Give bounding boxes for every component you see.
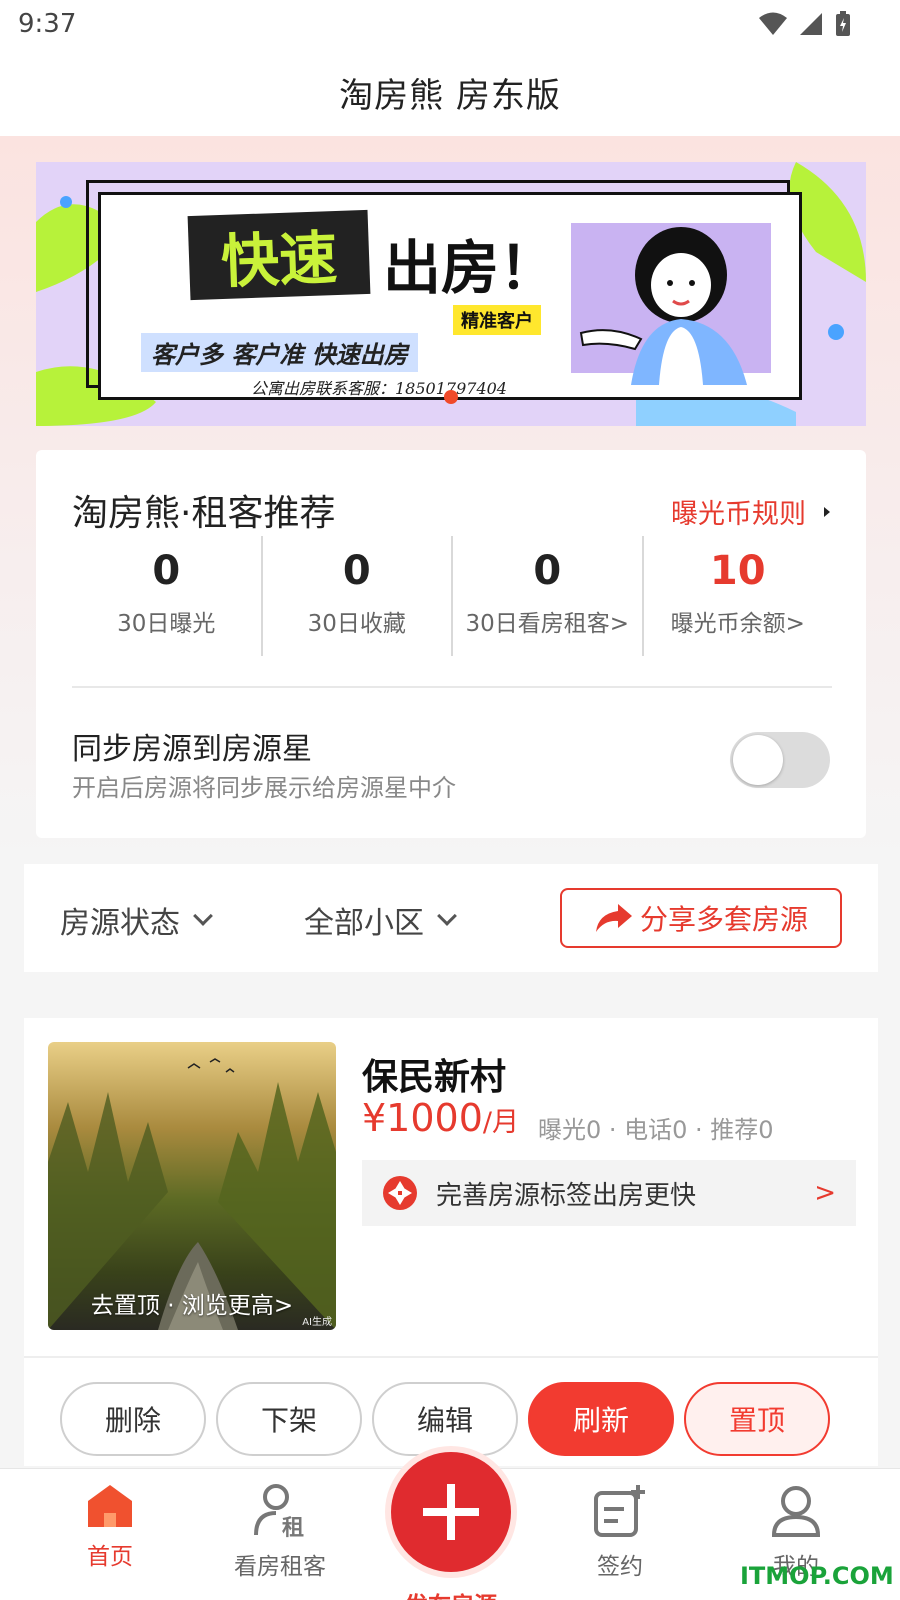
plus-icon xyxy=(423,1484,479,1540)
contract-icon xyxy=(594,1485,645,1537)
sync-toggle[interactable] xyxy=(730,732,830,788)
banner-headline-2: 出房！ xyxy=(383,234,558,302)
share-arrow-icon xyxy=(595,904,632,932)
tab-sign-label: 签约 xyxy=(597,1554,643,1580)
banner-content: 快速 出房！ 精准客户 客户多 客户准 快速出房 公寓出房联系客服：185017… xyxy=(98,192,802,400)
tab-sign[interactable]: 签约 xyxy=(560,1483,680,1581)
battery-icon xyxy=(836,11,850,36)
page-title: 淘房熊 房东版 xyxy=(339,75,561,116)
listing-name: 保民新村 xyxy=(362,1057,507,1098)
stat-value: 0 xyxy=(152,548,181,594)
recommend-title: 淘房熊·租客推荐 xyxy=(72,493,336,534)
status-time: 9:37 xyxy=(18,9,77,39)
status-bar: 9:37 xyxy=(0,0,900,48)
promo-banner[interactable]: 快速 出房！ 精准客户 客户多 客户准 快速出房 公寓出房联系客服：185017… xyxy=(36,162,866,426)
publish-fab[interactable] xyxy=(385,1446,517,1578)
banner-slogan: 客户多 客户准 快速出房 xyxy=(141,333,418,372)
stat-label: 30日看房租客> xyxy=(465,611,630,637)
publish-fab-core xyxy=(391,1452,511,1572)
filter-bar: 房源状态 全部小区 分享多套房源 xyxy=(24,864,878,972)
tab-home[interactable]: 首页 xyxy=(50,1483,170,1571)
stat-value: 10 xyxy=(709,548,766,594)
complete-tags-tip[interactable]: 完善房源标签出房更快 > xyxy=(362,1160,856,1226)
edit-button[interactable]: 编辑 xyxy=(372,1382,518,1456)
sync-title: 同步房源到房源星 xyxy=(72,732,312,767)
delete-button[interactable]: 删除 xyxy=(60,1382,206,1456)
top-button[interactable]: 置顶 xyxy=(684,1382,830,1456)
status-icons xyxy=(758,10,852,38)
listing-price: ¥1000 /月 xyxy=(362,1096,519,1140)
filter-community[interactable]: 全部小区 xyxy=(304,898,457,942)
tip-arrow: > xyxy=(814,1178,836,1208)
banner-headline-1: 快速 xyxy=(187,209,371,301)
stat-value: 0 xyxy=(533,548,562,594)
stats-row: 0 30日曝光 0 30日收藏 0 30日看房租客> 10 曝光币余额> xyxy=(72,536,832,656)
tab-tenants-label: 看房租客 xyxy=(234,1554,326,1580)
toggle-knob xyxy=(733,735,783,785)
stat-label: 30日收藏 xyxy=(307,611,406,637)
chevron-down-icon xyxy=(193,906,213,926)
tab-home-label: 首页 xyxy=(87,1544,133,1570)
divider xyxy=(72,686,832,688)
signal-icon xyxy=(800,13,822,35)
wifi-icon xyxy=(759,12,787,35)
tab-tenants[interactable]: 租 看房租客 xyxy=(220,1483,340,1581)
chevron-down-icon xyxy=(437,906,457,926)
offline-button[interactable]: 下架 xyxy=(216,1382,362,1456)
tenant-user-icon: 租 xyxy=(254,1484,304,1541)
promote-caption[interactable]: 去置顶 · 浏览更高> xyxy=(48,1286,336,1320)
filter-status[interactable]: 房源状态 xyxy=(60,898,213,942)
stat-value: 0 xyxy=(342,548,371,594)
share-label: 分享多套房源 xyxy=(639,903,808,936)
listing-metrics: 曝光0 · 电话0 · 推荐0 xyxy=(538,1116,774,1144)
exposure-rule-label: 曝光币规则 xyxy=(671,499,806,530)
svg-text:租: 租 xyxy=(282,1516,304,1539)
ai-badge: AI生成 xyxy=(302,1317,332,1328)
app-header: 淘房熊 房东版 xyxy=(0,48,900,136)
share-listings-button[interactable]: 分享多套房源 xyxy=(560,888,842,948)
watermark: ITMOP.COM xyxy=(740,1562,894,1590)
price-unit: /月 xyxy=(482,1107,519,1138)
stat-coin-balance[interactable]: 10 曝光币余额> xyxy=(641,536,833,656)
stat-label: 30日曝光 xyxy=(117,611,216,637)
price-amount: ¥1000 xyxy=(362,1096,483,1140)
listing-photo[interactable]: 去置顶 · 浏览更高> AI生成 xyxy=(48,1042,336,1330)
stat-favorites: 0 30日收藏 xyxy=(260,536,452,656)
stat-viewing-tenants[interactable]: 0 30日看房租客> xyxy=(451,536,642,656)
filter-status-label: 房源状态 xyxy=(60,906,180,941)
sync-description: 开启后房源将同步展示给房源星中介 xyxy=(72,774,456,802)
recommend-card: 淘房熊·租客推荐 曝光币规则 0 30日曝光 0 30日收藏 0 30日看房租客… xyxy=(36,450,866,838)
exposure-rule-link[interactable]: 曝光币规则 xyxy=(671,492,830,531)
tip-text: 完善房源标签出房更快 xyxy=(436,1180,697,1211)
stat-label: 曝光币余额> xyxy=(670,611,805,637)
publish-label: 发布房源 xyxy=(396,1586,506,1600)
listing-card[interactable]: 去置顶 · 浏览更高> AI生成 保民新村 ¥1000 /月 曝光0 · 电话0… xyxy=(24,1018,878,1356)
caret-right-icon xyxy=(824,506,830,517)
refresh-button[interactable]: 刷新 xyxy=(528,1382,674,1456)
aperture-icon xyxy=(383,1176,417,1210)
banner-tag: 精准客户 xyxy=(453,305,541,335)
cartoon-girl-illustration xyxy=(571,223,771,385)
banner-contact: 公寓出房联系客服：18501797404 xyxy=(251,379,507,398)
filter-community-label: 全部小区 xyxy=(304,906,424,941)
home-icon xyxy=(88,1485,132,1527)
stat-exposure: 0 30日曝光 xyxy=(72,536,261,656)
banner-pager-dot[interactable] xyxy=(444,390,458,404)
profile-icon xyxy=(771,1486,821,1537)
